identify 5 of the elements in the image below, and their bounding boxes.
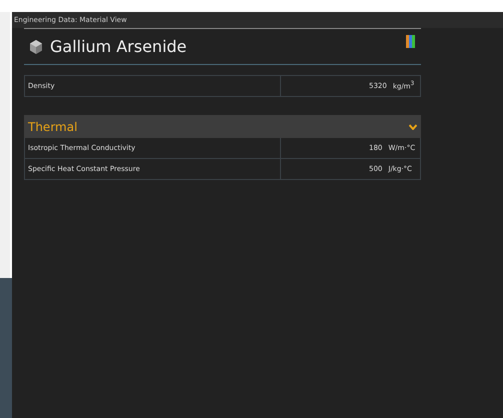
section-header[interactable]: Thermal — [24, 115, 421, 138]
material-name: Gallium Arsenide — [50, 37, 187, 56]
cube-icon — [30, 40, 42, 54]
books-icon — [406, 35, 415, 48]
chevron-icon[interactable] — [409, 124, 417, 130]
